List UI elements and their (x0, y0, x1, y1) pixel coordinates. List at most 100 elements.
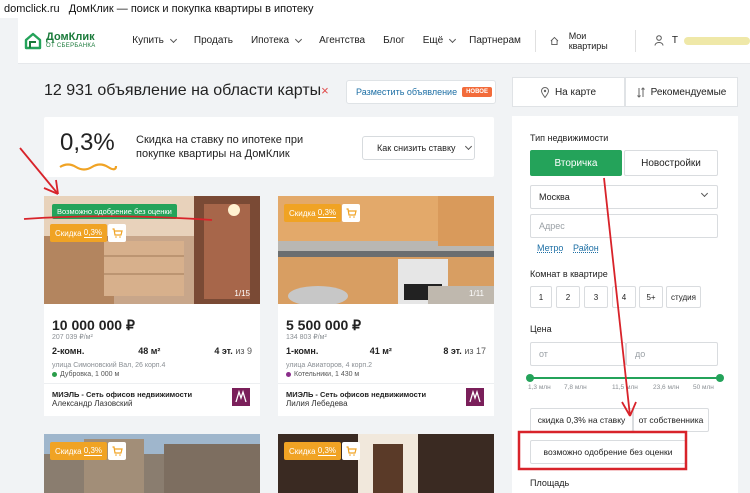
price-from-input[interactable]: от (530, 342, 626, 366)
floor-of: из 17 (464, 346, 486, 356)
listing-address: улица Авиаторов, 4 корп.2 (286, 362, 373, 369)
cart-icon[interactable] (342, 204, 360, 222)
rooms-label: Комнат в квартире (530, 269, 608, 279)
cart-icon[interactable] (108, 442, 126, 460)
top-navigation: ДомКлик ОТ СБЕРБАНКА Купить Продать Ипот… (18, 18, 750, 64)
metro-label: Дубровка, 1 000 м (60, 371, 120, 378)
district-link[interactable]: Район (573, 243, 599, 253)
approval-without-appraisal-tag[interactable]: возможно одобрение без оценки (530, 440, 686, 464)
discount-badge: Скидка 0,3% (50, 224, 108, 242)
my-apartments-link[interactable]: Мои квартиры (550, 31, 621, 51)
house-logo-icon (24, 32, 42, 49)
agency-name[interactable]: МИЭЛЬ - Сеть офисов недвижимости (52, 390, 192, 399)
property-type-label: Тип недвижимости (530, 133, 609, 143)
rooms-option-1[interactable]: 1 (530, 286, 552, 308)
place-ad-label: Разместить объявление (356, 87, 458, 97)
discount-rate-tag[interactable]: скидка 0,3% на ставку (530, 408, 633, 432)
new-badge: НОВОЕ (462, 87, 492, 97)
tab-map-label: На карте (554, 86, 597, 98)
user-menu[interactable]: Т (654, 35, 750, 46)
nav-mortgage[interactable]: Ипотека (250, 35, 303, 46)
listing-card[interactable]: Скидка 0,3% 1/11 5 500 000 ₽ 134 803 ₽/м… (278, 196, 494, 416)
how-to-reduce-rate-button[interactable]: Как снизить ставку (362, 136, 475, 160)
cart-icon[interactable] (108, 224, 126, 242)
user-icon (654, 35, 664, 46)
listing-photo[interactable]: Возможно одобрение без оценки Скидка 0,3… (44, 196, 260, 304)
listing-photo[interactable]: Скидка 0,3% (278, 434, 494, 493)
clear-area-icon[interactable]: × (321, 83, 329, 98)
logo-main-text: ДомКлик (46, 30, 95, 43)
nav-more[interactable]: Ещё (422, 35, 457, 46)
sort-icon (636, 86, 645, 98)
rooms: 2-комн. (52, 346, 85, 356)
price-range-slider[interactable] (526, 372, 724, 384)
agent-name: Александр Лазовский (52, 399, 133, 408)
secondary-market-button[interactable]: Вторичка (530, 150, 622, 176)
listing-card[interactable]: Возможно одобрение без оценки Скидка 0,3… (44, 196, 260, 416)
discount-label: Скидка (55, 446, 82, 456)
tab-map[interactable]: На карте (512, 77, 625, 107)
domclick-logo[interactable]: ДомКлик ОТ СБЕРБАНКА (24, 30, 110, 50)
nav-sell[interactable]: Продать (194, 35, 233, 46)
rooms: 1-комн. (286, 346, 319, 356)
chevron-down-icon (700, 189, 709, 198)
listing-price: 5 500 000 ₽ (286, 317, 362, 333)
floor: 8 эт. (443, 346, 462, 356)
price-tick-2: 7,8 млн (564, 384, 587, 391)
nav-buy[interactable]: Купить (132, 35, 177, 46)
address-input[interactable]: Адрес (530, 214, 718, 238)
nav-mortgage-label: Ипотека (250, 35, 290, 46)
price-tick-3: 11,5 млн (612, 384, 638, 391)
metro-station: Котельники, 1 430 м (286, 371, 359, 378)
nav-partners[interactable]: Партнерам (469, 35, 521, 46)
user-name-initial: Т (671, 35, 679, 46)
metro-station: Дубровка, 1 000 м (52, 371, 119, 378)
listing-price: 10 000 000 ₽ (52, 317, 135, 333)
nav-more-label: Ещё (422, 35, 444, 46)
logo-sub-text: ОТ СБЕРБАНКА (46, 42, 96, 49)
rooms-option-5plus[interactable]: 5+ (639, 286, 663, 308)
place-ad-button[interactable]: Разместить объявление НОВОЕ (346, 80, 496, 104)
window-title: ДомКлик — поиск и покупка квартиры в ипо… (68, 3, 314, 15)
rooms-option-4[interactable]: 4 (612, 286, 636, 308)
metro-link[interactable]: Метро (537, 243, 563, 253)
rooms-option-3[interactable]: 3 (584, 286, 608, 308)
chevron-down-icon (449, 35, 457, 43)
listing-photo[interactable]: Скидка 0,3% 1/11 (278, 196, 494, 304)
rooms-option-studio[interactable]: студия (666, 286, 701, 308)
price-to-input[interactable]: до (626, 342, 718, 366)
city-select[interactable]: Москва (530, 185, 718, 209)
how-to-reduce-rate-label: Как снизить ставку (377, 143, 456, 153)
promo-percent: 0,3% (60, 129, 115, 156)
discount-value: 0,3% (317, 446, 337, 456)
price-per-meter: 134 803 ₽/м² (286, 334, 327, 341)
listing-card[interactable]: Скидка 0,3% (278, 434, 494, 493)
cart-icon[interactable] (342, 442, 360, 460)
nav-agencies[interactable]: Агентства (319, 35, 365, 46)
nav-blog[interactable]: Блог (383, 35, 405, 46)
agency-name[interactable]: МИЭЛЬ - Сеть офисов недвижимости (286, 390, 426, 399)
nav-blog-label: Блог (383, 35, 405, 46)
rooms-option-2[interactable]: 2 (556, 286, 580, 308)
city-value: Москва (539, 192, 570, 202)
sort-dropdown[interactable]: Рекомендуемые (625, 77, 738, 107)
area-label: Площадь (530, 478, 570, 488)
mortgage-discount-banner: 0,3% Скидка на ставку по ипотеке при пок… (44, 117, 494, 177)
from-owner-tag[interactable]: от собственника (633, 408, 709, 432)
discount-label: Скидка (55, 228, 82, 238)
new-buildings-button[interactable]: Новостройки (624, 150, 718, 176)
listing-params: 2-комн. 48 м² 4 эт. из 9 (52, 346, 252, 356)
listing-address: улица Симоновский Вал, 26 корп.4 (52, 362, 166, 369)
listing-photo[interactable]: Скидка 0,3% (44, 434, 260, 493)
photo-counter: 1/15 (234, 289, 250, 298)
floor-of: из 9 (235, 346, 252, 356)
discount-badge: Скидка 0,3% (284, 204, 342, 222)
map-pin-icon (540, 86, 549, 98)
listing-card[interactable]: Скидка 0,3% (44, 434, 260, 493)
approval-badge: Возможно одобрение без оценки (52, 204, 177, 219)
nav-agencies-label: Агентства (319, 35, 366, 46)
nav-divider (635, 29, 636, 52)
price-per-meter: 207 039 ₽/м² (52, 334, 93, 341)
discount-badge: Скидка 0,3% (284, 442, 342, 460)
metro-label: Котельники, 1 430 м (294, 371, 360, 378)
